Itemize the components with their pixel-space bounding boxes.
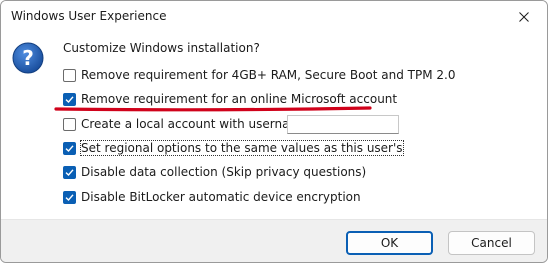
- option-disable-data-collection[interactable]: Disable data collection (Skip privacy qu…: [63, 164, 366, 180]
- option-remove-online-account[interactable]: Remove requirement for an online Microso…: [63, 91, 397, 107]
- checkbox-disable-data-collection[interactable]: [63, 165, 76, 179]
- option-label: Disable data collection (Skip privacy qu…: [81, 165, 367, 179]
- svg-text:?: ?: [22, 46, 34, 70]
- dialog-window: Windows User Experience ? Customize Wind…: [0, 0, 548, 263]
- checkmark-icon: [65, 193, 74, 201]
- option-label: Remove requirement for an online Microso…: [81, 92, 398, 106]
- close-icon: [519, 12, 529, 22]
- checkbox-regional-options[interactable]: [63, 141, 76, 155]
- ok-button[interactable]: OK: [346, 231, 433, 255]
- option-label: Remove requirement for 4GB+ RAM, Secure …: [81, 68, 456, 82]
- dialog-content: ? Customize Windows installation? Remove…: [1, 33, 547, 220]
- checkmark-icon: [65, 168, 74, 176]
- option-regional-options[interactable]: Set regional options to the same values …: [63, 140, 404, 156]
- checkbox-disable-bitlocker[interactable]: [63, 190, 76, 204]
- option-label: Create a local account with username:: [81, 117, 313, 131]
- option-remove-hw-requirements[interactable]: Remove requirement for 4GB+ RAM, Secure …: [63, 67, 455, 83]
- checkmark-icon: [65, 144, 74, 152]
- window-title: Windows User Experience: [11, 9, 167, 23]
- checkbox-create-local-account[interactable]: [63, 117, 76, 131]
- dialog-prompt: Customize Windows installation?: [63, 41, 260, 55]
- option-create-local-account[interactable]: Create a local account with username:: [63, 116, 313, 132]
- checkbox-remove-hw-requirements[interactable]: [63, 68, 76, 82]
- option-label: Disable BitLocker automatic device encry…: [81, 190, 361, 204]
- question-icon: ?: [12, 42, 44, 74]
- dialog-footer: OK Cancel: [1, 219, 547, 262]
- cancel-button[interactable]: Cancel: [448, 231, 535, 255]
- close-button[interactable]: [501, 1, 547, 33]
- title-bar[interactable]: Windows User Experience: [1, 1, 547, 33]
- checkbox-remove-online-account[interactable]: [63, 92, 76, 106]
- username-input[interactable]: [287, 115, 399, 134]
- option-disable-bitlocker[interactable]: Disable BitLocker automatic device encry…: [63, 189, 361, 205]
- option-label: Set regional options to the same values …: [80, 140, 404, 156]
- checkmark-icon: [65, 95, 74, 103]
- red-highlight-underline: [54, 106, 372, 112]
